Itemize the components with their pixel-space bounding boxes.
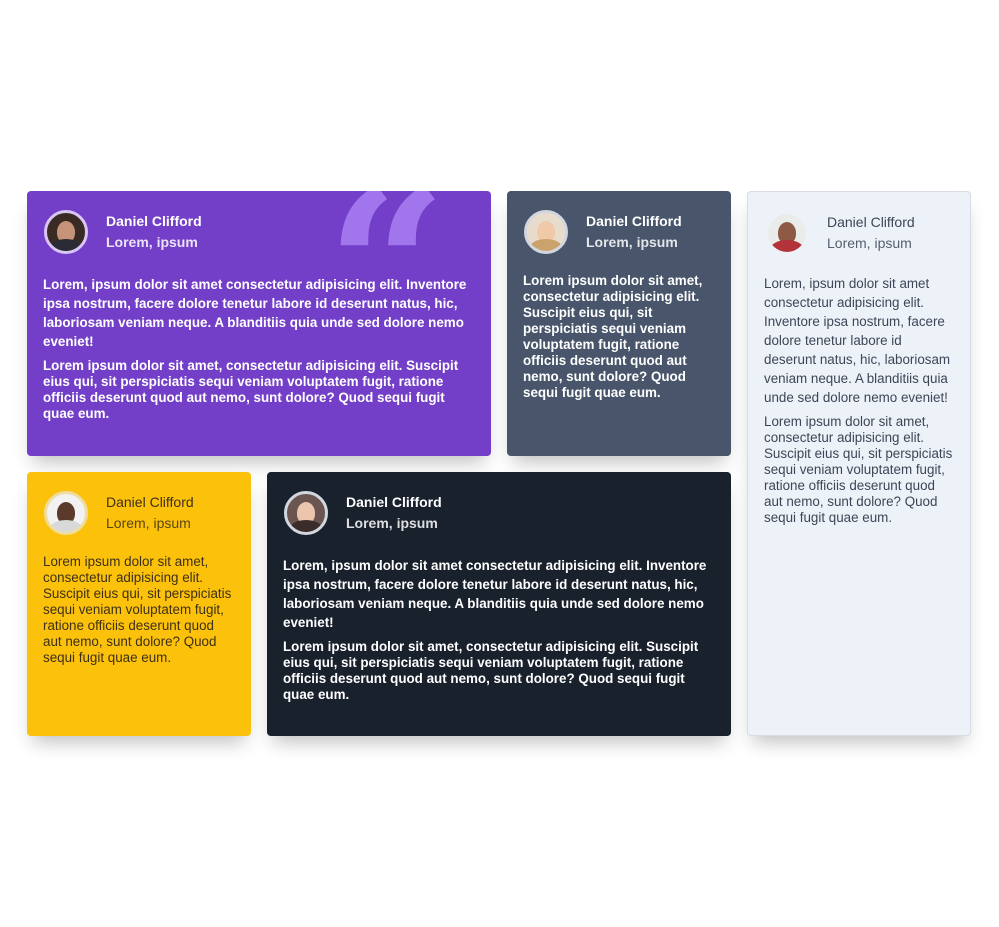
author-name: Daniel Clifford (346, 494, 442, 510)
testimonial-headline: Lorem, ipsum dolor sit amet consectetur … (43, 277, 467, 349)
author-name: Daniel Clifford (827, 214, 915, 230)
testimonial-headline: Lorem, ipsum dolor sit amet consectetur … (283, 558, 707, 630)
testimonial-text: Lorem ipsum dolor sit amet, consectetur … (764, 414, 953, 525)
testimonial-text: Lorem ipsum dolor sit amet, consectetur … (523, 273, 703, 400)
author-name: Daniel Clifford (586, 213, 682, 229)
avatar (44, 491, 88, 535)
author-role: Lorem, ipsum (106, 234, 198, 250)
testimonial-text: Lorem ipsum dolor sit amet, consectetur … (283, 639, 699, 702)
testimonial-header: Daniel Clifford Lorem, ipsum (523, 207, 715, 257)
author-name: Daniel Clifford (106, 494, 194, 510)
testimonial-card-5: Daniel Clifford Lorem, ipsum Lorem, ipsu… (267, 472, 731, 736)
testimonial-card-1: “ Daniel Clifford Lorem, ipsum Lorem, ip… (27, 191, 491, 456)
author-role: Lorem, ipsum (586, 234, 678, 250)
testimonial-header: Daniel Clifford Lorem, ipsum (43, 488, 235, 538)
testimonial-text: Lorem ipsum dolor sit amet, consectetur … (43, 358, 459, 421)
testimonial-header: Daniel Clifford Lorem, ipsum (764, 208, 954, 258)
testimonial-header: Daniel Clifford Lorem, ipsum (283, 488, 715, 538)
testimonial-card-3: Daniel Clifford Lorem, ipsum Lorem, ipsu… (747, 191, 971, 736)
testimonial-header: Daniel Clifford Lorem, ipsum (43, 207, 475, 257)
testimonial-text: Lorem ipsum dolor sit amet, consectetur … (43, 554, 232, 665)
testimonial-headline: Lorem, ipsum dolor sit amet consectetur … (764, 276, 951, 405)
avatar (765, 211, 809, 255)
author-role: Lorem, ipsum (106, 515, 191, 531)
author-role: Lorem, ipsum (827, 235, 912, 251)
testimonial-card-4: Daniel Clifford Lorem, ipsum Lorem ipsum… (27, 472, 251, 736)
author-name: Daniel Clifford (106, 213, 202, 229)
testimonial-card-2: Daniel Clifford Lorem, ipsum Lorem ipsum… (507, 191, 731, 456)
avatar (524, 210, 568, 254)
avatar (44, 210, 88, 254)
avatar (284, 491, 328, 535)
author-role: Lorem, ipsum (346, 515, 438, 531)
